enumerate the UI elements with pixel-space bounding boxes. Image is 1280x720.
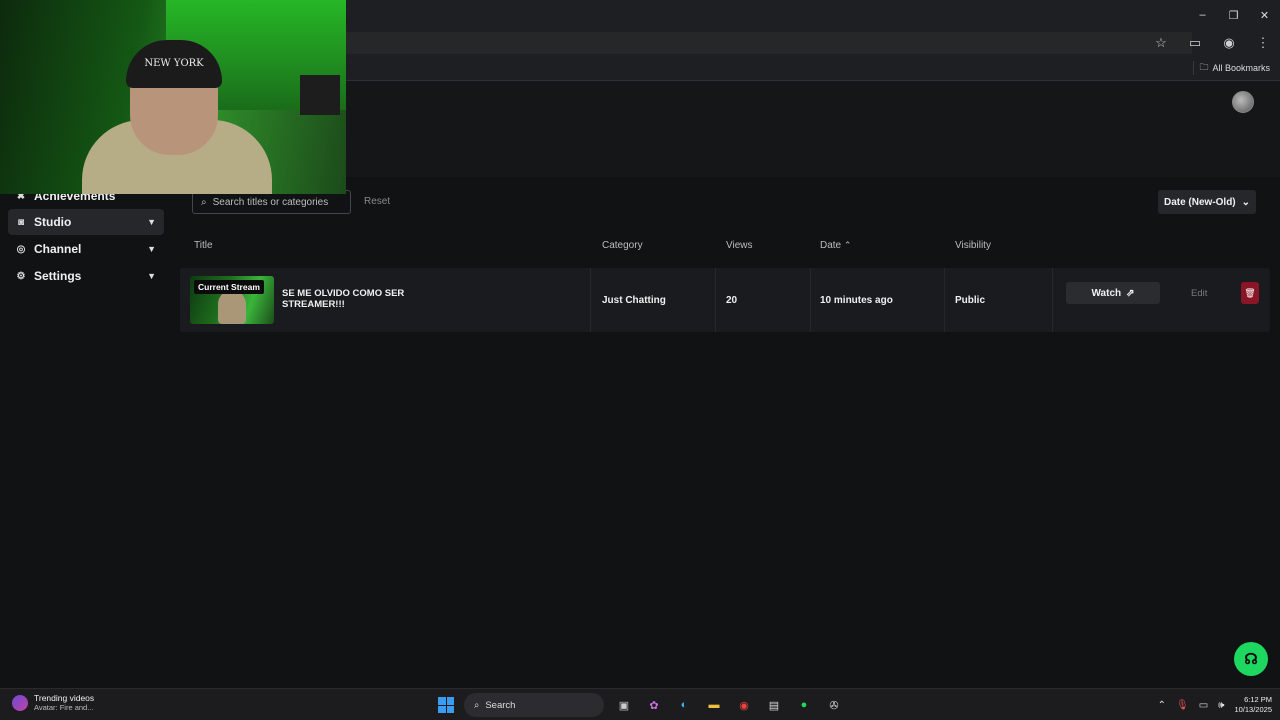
headset-icon: ☊ (1244, 651, 1258, 668)
folder-icon: 🗀 (1199, 62, 1209, 72)
header-date[interactable]: Date ⌃ (820, 240, 851, 251)
sidebar-item-label: Studio (34, 215, 72, 229)
news-subtitle: Avatar: Fire and... (34, 703, 94, 712)
chrome-icon[interactable]: ◉ (734, 695, 754, 715)
all-bookmarks-button[interactable]: 🗀 All Bookmarks (1199, 60, 1270, 76)
clock[interactable]: 6:12 PM 10/13/2025 (1234, 695, 1272, 715)
column-divider (810, 268, 811, 332)
clock-time: 6:12 PM (1244, 695, 1272, 704)
header-category[interactable]: Category (602, 240, 643, 251)
current-stream-badge: Current Stream (194, 280, 264, 294)
sidebar-item-label: Settings (34, 269, 82, 283)
windows-taskbar: Trending videos Avatar: Fire and... ⌕ Se… (0, 688, 1280, 720)
gear-icon: ⚙ (16, 270, 26, 282)
visibility-cell: Public (955, 294, 986, 306)
avatar[interactable] (1232, 91, 1254, 113)
edit-button[interactable]: Edit (1191, 288, 1207, 299)
column-divider (590, 268, 591, 332)
app-icon[interactable]: ✇ (824, 695, 844, 715)
webcam-overlay: NEW YORK (0, 0, 346, 194)
header-views[interactable]: Views (726, 240, 753, 251)
search-icon: ⌕ (474, 699, 480, 711)
category-cell: Just Chatting (602, 294, 666, 306)
address-bar[interactable] (346, 32, 1192, 54)
video-icon: ◙ (17, 216, 25, 228)
copilot-icon[interactable]: ✿ (644, 695, 664, 715)
column-divider (715, 268, 716, 332)
stream-title[interactable]: SE ME OLVIDO COMO SER STREAMER!!! (282, 288, 432, 310)
file-explorer-icon[interactable]: ▬ (704, 695, 724, 715)
volume-icon[interactable]: 🕪 (1218, 700, 1224, 711)
header-visibility[interactable]: Visibility (955, 240, 991, 251)
trash-icon: 🗑 (1244, 287, 1256, 298)
microphone-icon[interactable]: 🎙 (1176, 700, 1189, 711)
taskbar-search[interactable]: ⌕ Search (464, 693, 604, 717)
clock-date: 10/13/2025 (1234, 705, 1272, 714)
bookmarks-divider (1193, 61, 1194, 75)
maximize-button[interactable]: ❐ (1218, 0, 1249, 30)
taskbar-apps: ⌕ Search ▣ ✿ ◐ ▬ ◉ ▤ ● ✇ (438, 693, 844, 717)
news-widget[interactable]: Trending videos Avatar: Fire and... (12, 693, 94, 712)
watch-label: Watch (1091, 287, 1122, 299)
chevron-down-icon: ⌄ (1241, 196, 1251, 208)
cast-icon[interactable]: ▭ (1178, 35, 1212, 51)
sort-ascending-icon: ⌃ (843, 240, 852, 250)
extension-icon[interactable]: ◉ (1212, 35, 1246, 51)
all-bookmarks-label: All Bookmarks (1212, 63, 1270, 73)
minimize-button[interactable]: – (1187, 0, 1218, 30)
news-title: Trending videos (34, 693, 95, 703)
menu-icon[interactable]: ⋮ (1246, 35, 1280, 51)
news-icon (12, 695, 28, 711)
search-icon: ⌕ (201, 196, 207, 208)
external-link-icon: ⇗ (1126, 287, 1135, 299)
header-title[interactable]: Title (194, 240, 213, 251)
chevron-up-icon[interactable]: ⌃ (1158, 700, 1166, 711)
support-chat-button[interactable]: ☊ (1234, 642, 1268, 676)
table-row[interactable]: Current Stream SE ME OLVIDO COMO SER STR… (180, 268, 1270, 332)
window-controls: – ❐ ✕ (1187, 0, 1280, 30)
sidebar-item-settings[interactable]: ⚙ Settings ▼ (8, 263, 164, 289)
column-divider (944, 268, 945, 332)
watch-button[interactable]: Watch ⇗ (1066, 282, 1160, 304)
task-view-icon[interactable]: ▣ (614, 695, 634, 715)
star-icon[interactable]: ☆ (1144, 35, 1178, 51)
chevron-down-icon: ▼ (147, 244, 156, 254)
sort-label: Date (New-Old) (1163, 196, 1236, 208)
network-icon[interactable]: ▭ (1199, 700, 1208, 711)
sort-dropdown[interactable]: Date (New-Old) ⌄ (1158, 190, 1256, 214)
webcam-shelf (300, 75, 340, 115)
thumbnail-person (218, 290, 246, 324)
table-header: Title Category Views Date ⌃ Visibility (180, 236, 1272, 256)
header-date-label: Date (820, 240, 842, 251)
stream-thumbnail[interactable]: Current Stream (190, 276, 274, 324)
taskbar-search-label: Search (485, 699, 516, 711)
sidebar-item-channel[interactable]: ◎ Channel ▼ (8, 236, 164, 262)
delete-button[interactable]: 🗑 (1241, 282, 1259, 304)
antenna-icon: ◎ (16, 243, 26, 255)
column-divider (1052, 268, 1053, 332)
search-placeholder: Search titles or categories (212, 196, 329, 208)
system-tray: ⌃ 🎙 ▭ 🕪 6:12 PM 10/13/2025 (1158, 692, 1272, 718)
reset-button[interactable]: Reset (364, 196, 390, 207)
chevron-down-icon: ▼ (147, 217, 156, 227)
sidebar-item-label: Channel (34, 242, 82, 256)
edge-icon[interactable]: ◐ (674, 695, 694, 715)
sidebar-item-studio[interactable]: ◙ Studio ▼ (8, 209, 164, 235)
windows-start-icon[interactable] (438, 697, 454, 713)
sidebar: ✖ Achievements ◙ Studio ▼ ◎ Channel ▼ ⚙ … (0, 177, 172, 688)
spotify-icon[interactable]: ● (794, 695, 814, 715)
close-button[interactable]: ✕ (1249, 0, 1280, 30)
chevron-down-icon: ▼ (147, 271, 156, 281)
date-cell: 10 minutes ago (820, 294, 893, 306)
store-icon[interactable]: ▤ (764, 695, 784, 715)
views-cell: 20 (726, 294, 738, 306)
